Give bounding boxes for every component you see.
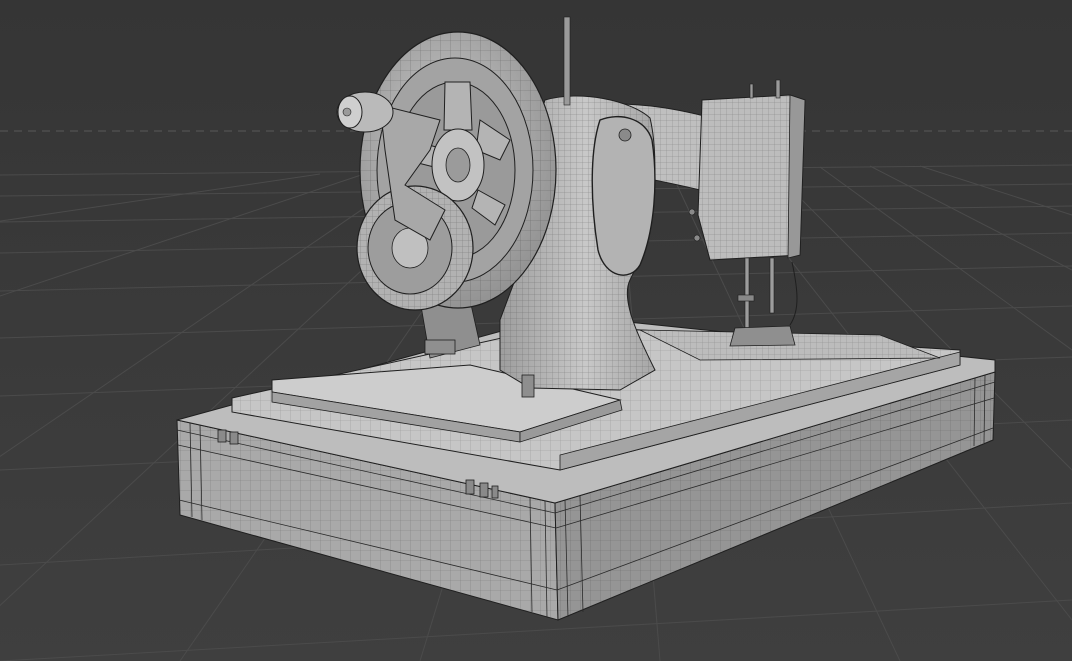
3d-viewport[interactable]: [0, 0, 1072, 661]
spool-pin: [563, 16, 571, 106]
viewport-canvas[interactable]: [0, 0, 1072, 661]
